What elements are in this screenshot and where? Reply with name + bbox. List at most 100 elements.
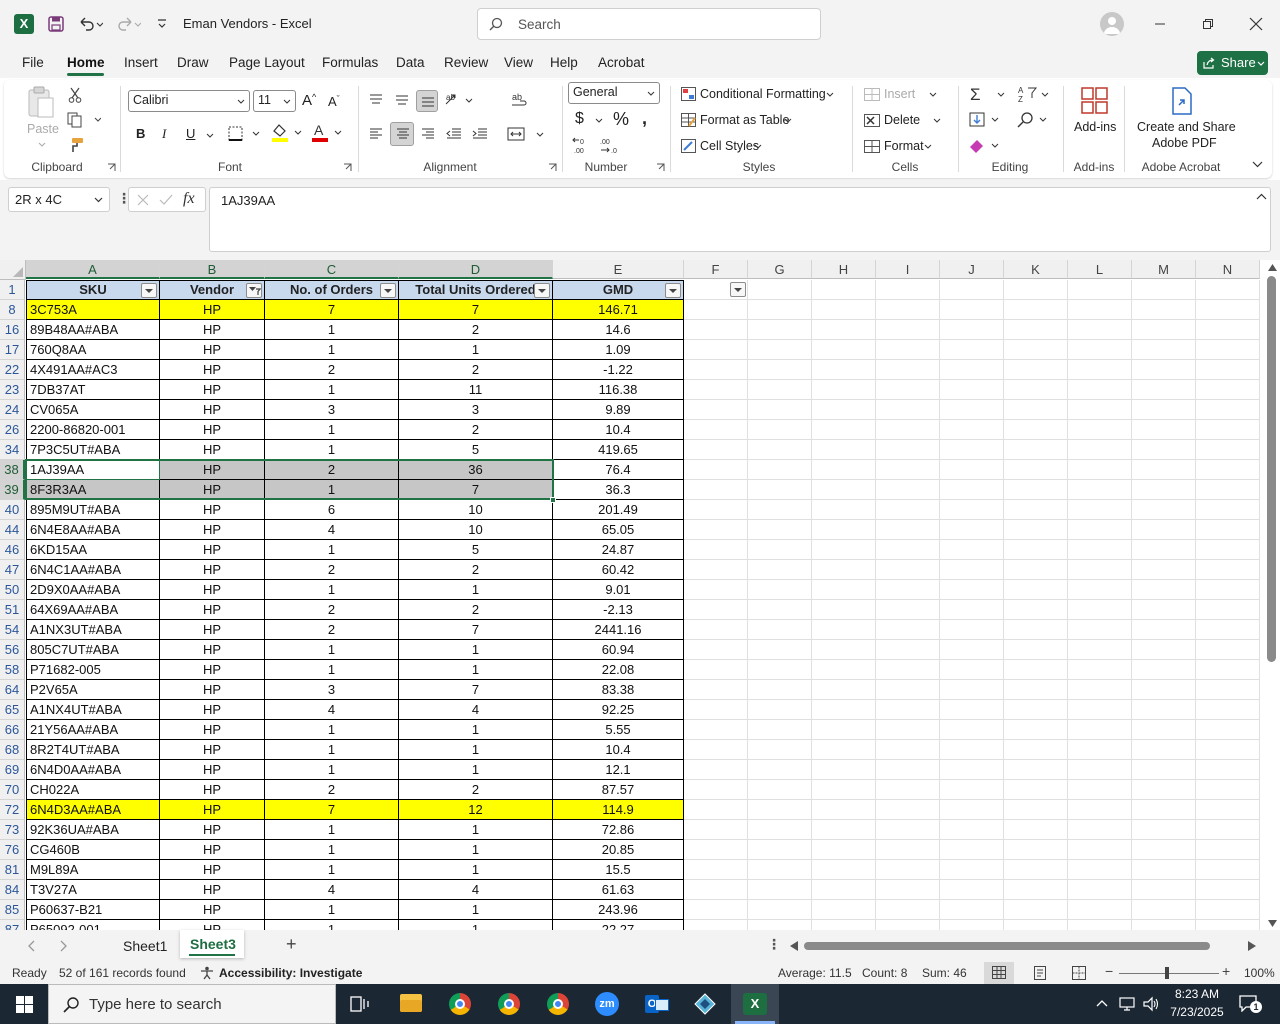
grid-cell[interactable] [1068,380,1132,400]
grid-cell[interactable] [876,820,940,840]
sku-cell[interactable]: CV065A [26,400,160,420]
grid-cell[interactable] [876,700,940,720]
collapse-formula-icon[interactable] [1254,190,1268,202]
grid-cell[interactable] [748,900,812,920]
name-box[interactable]: 2R x 4C [8,187,110,212]
orders-cell[interactable]: 2 [265,780,399,800]
grid-cell[interactable] [876,500,940,520]
grid-cell[interactable] [940,460,1004,480]
grid-cell[interactable] [940,420,1004,440]
cell-styles-button[interactable]: Cell Styles [700,139,759,153]
grid-cell[interactable] [748,300,812,320]
units-cell[interactable]: 1 [399,340,553,360]
grid-cell[interactable] [812,480,876,500]
grid-cell[interactable] [1068,820,1132,840]
fill-handle[interactable] [550,497,556,503]
column-header-m[interactable]: M [1132,260,1196,279]
sku-cell[interactable]: A1NX3UT#ABA [26,620,160,640]
grid-cell[interactable] [1068,520,1132,540]
grid-cell[interactable] [940,780,1004,800]
grid-cell[interactable] [812,580,876,600]
column-header-k[interactable]: K [1004,260,1068,279]
grid-cell[interactable] [1068,540,1132,560]
grid-cell[interactable] [876,520,940,540]
grid-cell[interactable] [684,320,748,340]
orders-cell[interactable]: 1 [265,640,399,660]
tab-file[interactable]: File [22,55,44,70]
grid-cell[interactable] [1132,420,1196,440]
grid-cell[interactable] [1004,860,1068,880]
grid-cell[interactable] [1068,660,1132,680]
orders-cell[interactable]: 2 [265,600,399,620]
grid-cell[interactable] [748,820,812,840]
underline-dropdown-icon[interactable] [205,131,215,139]
grid-cell[interactable] [1004,480,1068,500]
bottom-align-button[interactable] [416,90,438,112]
gmd-cell[interactable]: 10.4 [553,420,684,440]
tab-insert[interactable]: Insert [124,55,158,70]
filter-dropdown-button[interactable] [730,282,746,297]
chrome-profile-3-icon[interactable] [547,993,569,1015]
grid-cell[interactable] [1004,280,1068,300]
row-header[interactable]: 51 [0,600,25,620]
units-cell[interactable]: 5 [399,540,553,560]
orders-cell[interactable]: 2 [265,460,399,480]
row-header[interactable]: 68 [0,740,25,760]
column-header-h[interactable]: H [812,260,876,279]
grid-cell[interactable] [876,400,940,420]
grid-cell[interactable] [1196,660,1260,680]
units-cell[interactable]: 2 [399,320,553,340]
vendor-cell[interactable]: HP [160,480,265,500]
orders-cell[interactable]: 1 [265,900,399,920]
vendor-cell[interactable]: HP [160,440,265,460]
grid-cell[interactable] [876,600,940,620]
grid-cell[interactable] [1004,640,1068,660]
merge-center-icon[interactable] [506,124,546,144]
align-center-button[interactable] [390,122,414,146]
sku-cell[interactable]: 1AJ39AA [26,460,160,480]
grid-cell[interactable] [1132,820,1196,840]
units-cell[interactable]: 7 [399,680,553,700]
grid-cell[interactable] [684,340,748,360]
grid-cell[interactable] [1196,400,1260,420]
customize-qat-icon[interactable] [154,14,170,34]
grid-cell[interactable] [1196,680,1260,700]
currency-dropdown-icon[interactable] [594,116,604,124]
grid-cell[interactable] [748,660,812,680]
grid-cell[interactable] [1196,280,1260,300]
grid-cell[interactable] [876,580,940,600]
grid-cell[interactable] [812,880,876,900]
grid-cell[interactable] [1196,720,1260,740]
scroll-left-icon[interactable] [790,941,798,951]
grid-cell[interactable] [1196,640,1260,660]
grid-cell[interactable] [748,560,812,580]
grid-cell[interactable] [684,660,748,680]
column-header-f[interactable]: F [684,260,748,279]
sku-cell[interactable]: 6N4D3AA#ABA [26,800,160,820]
units-cell[interactable]: 1 [399,920,553,930]
vendor-cell[interactable]: HP [160,380,265,400]
sku-cell[interactable]: T3V27A [26,880,160,900]
autosum-icon[interactable]: Σ [968,84,1008,104]
vendor-cell[interactable]: HP [160,520,265,540]
tab-draw[interactable]: Draw [177,55,209,70]
row-header[interactable]: 72 [0,800,25,820]
gmd-cell[interactable]: 419.65 [553,440,684,460]
gmd-cell[interactable]: 1.09 [553,340,684,360]
zoom-level[interactable]: 100% [1244,966,1275,980]
vendor-cell[interactable]: HP [160,580,265,600]
grid-cell[interactable] [1068,680,1132,700]
account-avatar[interactable] [1100,12,1124,36]
gmd-cell[interactable]: 114.9 [553,800,684,820]
units-cell[interactable]: 1 [399,860,553,880]
restore-icon[interactable] [1196,14,1220,34]
units-cell[interactable]: 1 [399,900,553,920]
orders-cell[interactable]: 1 [265,740,399,760]
units-cell[interactable]: 1 [399,840,553,860]
close-icon[interactable] [1244,14,1268,34]
filter-dropdown-button[interactable] [246,283,262,298]
gmd-cell[interactable]: 76.4 [553,460,684,480]
chevron-down-icon[interactable] [929,90,937,98]
row-header[interactable]: 76 [0,840,25,860]
gmd-cell[interactable]: 65.05 [553,520,684,540]
